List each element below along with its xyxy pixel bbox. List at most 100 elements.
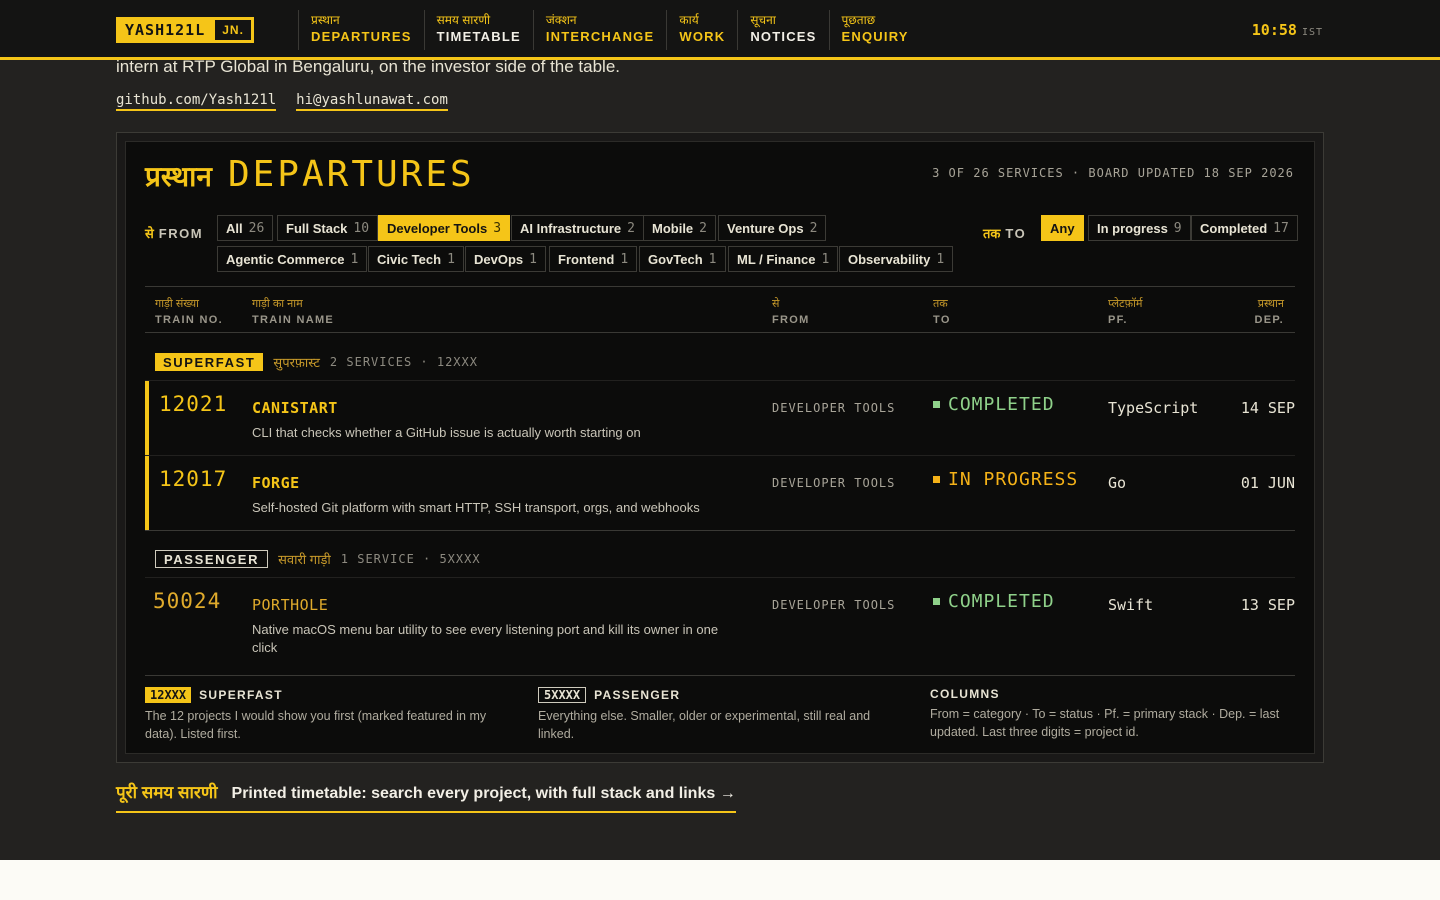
chip-count: 1 (350, 251, 359, 267)
column-header-english: TRAIN NO. (155, 314, 223, 326)
column-header-hindi: प्रस्थान (1257, 298, 1284, 310)
divider (145, 675, 1295, 676)
status-chip-in-progress[interactable]: In progress 9 (1088, 215, 1191, 241)
chip-count: 1 (620, 251, 629, 267)
status-chip-completed[interactable]: Completed 17 (1191, 215, 1298, 241)
chip-label: Venture Ops (727, 220, 804, 236)
chip-count: 2 (699, 220, 707, 236)
from-label-hindi: से (145, 226, 154, 241)
train-name: FORGE (252, 474, 300, 492)
chip-count: 10 (353, 220, 370, 236)
board-title-english: DEPARTURES (227, 154, 475, 195)
nav-timetable[interactable]: समय सारणी TIMETABLE (423, 10, 533, 50)
column-header-train-name: गाड़ी का नाम TRAIN NAME (252, 296, 334, 326)
filter-chip-devops[interactable]: DevOps 1 (465, 246, 546, 272)
filter-chip-full-stack[interactable]: Full Stack 10 (277, 215, 379, 241)
filter-chip-venture-ops[interactable]: Venture Ops 2 (718, 215, 827, 241)
legend-passenger: 5XXXX PASSENGER Everything else. Smaller… (538, 687, 898, 743)
legend-title: COLUMNS (930, 687, 1000, 701)
chip-count: 9 (1173, 220, 1182, 236)
chip-count: 2 (627, 220, 635, 236)
status-chip-any[interactable]: Any (1041, 215, 1084, 241)
chip-label: Civic Tech (377, 251, 442, 267)
train-number: 12021 (159, 392, 228, 416)
nav-departures[interactable]: प्रस्थान DEPARTURES (298, 10, 424, 50)
column-header-hindi: प्लेटफ़ॉर्म (1108, 298, 1143, 310)
column-header-english: TRAIN NAME (252, 314, 335, 326)
clock: 10:58 IST (1252, 21, 1323, 39)
table-row[interactable]: 12021 CANISTART CLI that checks whether … (145, 381, 1295, 455)
status-indicator-icon (933, 598, 940, 605)
nav-label: INTERCHANGE (545, 29, 655, 44)
chip-count: 1 (821, 251, 830, 267)
chip-count: 1 (708, 251, 717, 267)
full-timetable-link[interactable]: पूरी समय सारणी Printed timetable: search… (116, 780, 736, 813)
divider (145, 530, 1295, 531)
chip-count: 1 (936, 251, 945, 267)
board-title-hindi: प्रस्थान (145, 161, 212, 192)
chip-label: AI Infrastructure (520, 220, 622, 236)
filter-chip-govtech[interactable]: GovTech 1 (639, 246, 726, 272)
filter-chip-observability[interactable]: Observability 1 (839, 246, 954, 272)
train-departure: 14 SEP (1240, 399, 1295, 417)
filter-chip-ml-finance[interactable]: ML / Finance 1 (728, 246, 839, 272)
column-header-platform: प्लेटफ़ॉर्म PF. (1108, 296, 1143, 326)
chip-label: All (226, 220, 243, 236)
to-label-hindi: तक (983, 226, 1001, 241)
table-row[interactable]: 50024 PORTHOLE Native macOS menu bar uti… (145, 578, 1295, 674)
chip-count: 2 (809, 220, 818, 236)
train-number: 12017 (159, 467, 228, 491)
filter-chip-all[interactable]: All 26 (217, 215, 274, 241)
nav-enquiry[interactable]: पूछताछ ENQUIRY (828, 10, 921, 50)
group-label-hindi: सुपरफ़ास्ट (273, 355, 320, 370)
group-badge: PASSENGER (155, 550, 269, 568)
table-row[interactable]: 12017 FORGE Self-hosted Git platform wit… (145, 456, 1295, 530)
nav-notices[interactable]: सूचना NOTICES (737, 10, 828, 50)
column-header-hindi: तक (933, 298, 948, 310)
legend-title: SUPERFAST (199, 688, 283, 702)
group-meta: 2 SERVICES · 12XXX (329, 355, 478, 369)
brand-suffix: JN. (215, 20, 251, 40)
legend-head: COLUMNS (930, 687, 1290, 701)
chip-label: Full Stack (286, 220, 348, 236)
column-header-hindi: से (772, 298, 780, 310)
legend-head: 12XXX SUPERFAST (145, 687, 505, 703)
train-from: DEVELOPER TOOLS (772, 401, 896, 415)
train-name: CANISTART (252, 399, 338, 417)
filter-chip-developer-tools[interactable]: Developer Tools 3 (378, 215, 511, 241)
legend-tag: 12XXX (145, 687, 192, 703)
main-nav: प्रस्थान DEPARTURES समय सारणी TIMETABLE … (298, 10, 921, 50)
email-link[interactable]: hi@yashlunawat.com (296, 92, 448, 111)
column-header-to: तक TO (933, 296, 951, 326)
nav-label-hindi: प्रस्थान (311, 13, 340, 27)
filter-chip-ai-infrastructure[interactable]: AI Infrastructure 2 (511, 215, 644, 241)
brand-logo[interactable]: YASH121L JN. (116, 17, 254, 43)
train-from: DEVELOPER TOOLS (772, 476, 896, 490)
train-platform: Go (1108, 474, 1127, 492)
chip-label: Mobile (652, 220, 694, 236)
legend-body: From = category · To = status · Pf. = pr… (930, 707, 1280, 739)
board-title: प्रस्थान DEPARTURES (145, 154, 475, 195)
departures-board: प्रस्थान DEPARTURES 3 OF 26 SERVICES · B… (125, 141, 1315, 754)
column-header-hindi: गाड़ी संख्या (155, 298, 199, 310)
train-description: CLI that checks whether a GitHub issue i… (252, 425, 641, 440)
from-filter-label: से FROM (145, 224, 203, 242)
nav-work[interactable]: कार्य WORK (666, 10, 737, 50)
train-status: COMPLETED (933, 591, 1055, 612)
legend-title: PASSENGER (594, 688, 681, 702)
chip-label: Observability (848, 251, 931, 267)
group-label-hindi: सवारी गाड़ी (278, 552, 331, 567)
filter-chip-agentic-commerce[interactable]: Agentic Commerce 1 (217, 246, 368, 272)
filter-chip-frontend[interactable]: Frontend 1 (549, 246, 638, 272)
clock-zone: IST (1301, 27, 1323, 38)
chip-label: Frontend (558, 251, 615, 267)
github-link[interactable]: github.com/Yash121l (116, 92, 277, 111)
top-bar: YASH121L JN. प्रस्थान DEPARTURES समय सार… (0, 0, 1440, 60)
nav-interchange[interactable]: जंक्शन INTERCHANGE (532, 10, 667, 50)
filter-chip-civic-tech[interactable]: Civic Tech 1 (368, 246, 464, 272)
footer-link-label: Printed timetable: search every project,… (231, 785, 736, 802)
train-status: IN PROGRESS (933, 469, 1078, 490)
nav-label-hindi: पूछताछ (841, 13, 876, 27)
filter-chip-mobile[interactable]: Mobile 2 (643, 215, 716, 241)
brand-name: YASH121L (125, 21, 206, 39)
